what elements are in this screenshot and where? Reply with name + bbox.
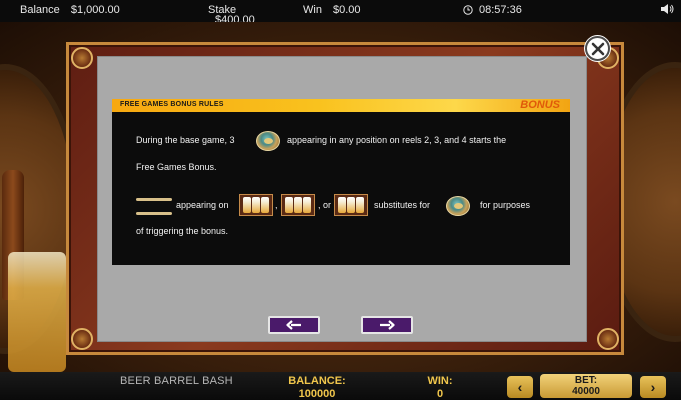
wild-symbol-icon xyxy=(136,194,172,218)
rules-header: FREE GAMES BONUS RULES BONUS xyxy=(112,99,570,112)
bet-value: 40000 xyxy=(572,386,600,397)
frame-ornament xyxy=(597,328,619,350)
rules-title: FREE GAMES BONUS RULES xyxy=(120,101,224,108)
sound-toggle[interactable] xyxy=(660,3,674,18)
bet-increase-button[interactable]: › xyxy=(640,376,666,398)
rule-text: appearing in any position on reels 2, 3,… xyxy=(287,135,507,145)
win-label: WIN: xyxy=(427,375,453,387)
bet-decrease-button[interactable]: ‹ xyxy=(507,376,533,398)
arrow-right-icon[interactable] xyxy=(379,320,395,330)
rule-text: substitutes for xyxy=(374,200,431,210)
win-display: WIN: 0 xyxy=(418,375,462,400)
beer-symbol-icon xyxy=(281,194,315,216)
close-icon[interactable] xyxy=(591,42,605,56)
previous-page-button[interactable] xyxy=(268,316,320,334)
frame-ornament xyxy=(71,328,93,350)
arrow-left-icon[interactable] xyxy=(286,320,302,330)
win-value: 0 xyxy=(436,388,444,400)
speaker-icon[interactable] xyxy=(660,3,674,15)
game-name: BEER BARREL BASH xyxy=(120,375,233,387)
balance-value: $1,000.00 xyxy=(70,4,120,16)
balance-display: BALANCE: 100000 xyxy=(278,375,356,400)
win-value: $0.00 xyxy=(333,4,361,16)
status-bar: Balance $1,000.00 Stake $400.00 Win $0.0… xyxy=(0,0,681,26)
balance-value: 100000 xyxy=(298,388,336,400)
bonus-coin-icon xyxy=(256,131,280,151)
beer-symbol-icon xyxy=(239,194,273,216)
balance-label: Balance xyxy=(20,4,60,16)
stake-status: Stake $400.00 xyxy=(208,4,255,26)
balance-label: BALANCE: xyxy=(288,375,346,387)
win-label: Win xyxy=(303,4,322,16)
win-status: Win $0.00 xyxy=(303,4,361,16)
balance-status: Balance $1,000.00 xyxy=(20,4,120,16)
bet-label: BET: xyxy=(574,375,598,386)
bottom-bar: BEER BARREL BASH BALANCE: 100000 WIN: 0 … xyxy=(0,372,681,400)
rule-text: Free Games Bonus. xyxy=(136,162,217,172)
rule-text: appearing on xyxy=(176,200,229,210)
clock-icon xyxy=(463,5,473,15)
rules-badge: BONUS xyxy=(520,99,560,111)
beer-symbol-icon xyxy=(334,194,368,216)
clock-time: 08:57:36 xyxy=(479,4,522,16)
rules-box: FREE GAMES BONUS RULES BONUS During the … xyxy=(112,99,570,265)
rule-text: , xyxy=(275,200,278,210)
bet-display: BET: 40000 xyxy=(540,374,632,398)
frame-ornament xyxy=(71,47,93,69)
rule-text: , or xyxy=(318,200,332,210)
next-page-button[interactable] xyxy=(361,316,413,334)
clock: 08:57:36 xyxy=(463,4,522,16)
rule-text: for purposes xyxy=(480,200,531,210)
rule-text: During the base game, 3 xyxy=(136,135,235,145)
bonus-coin-icon xyxy=(446,196,470,216)
rule-text: of triggering the bonus. xyxy=(136,226,229,236)
beer-mug-decoration xyxy=(8,252,66,372)
close-button[interactable] xyxy=(585,36,610,61)
